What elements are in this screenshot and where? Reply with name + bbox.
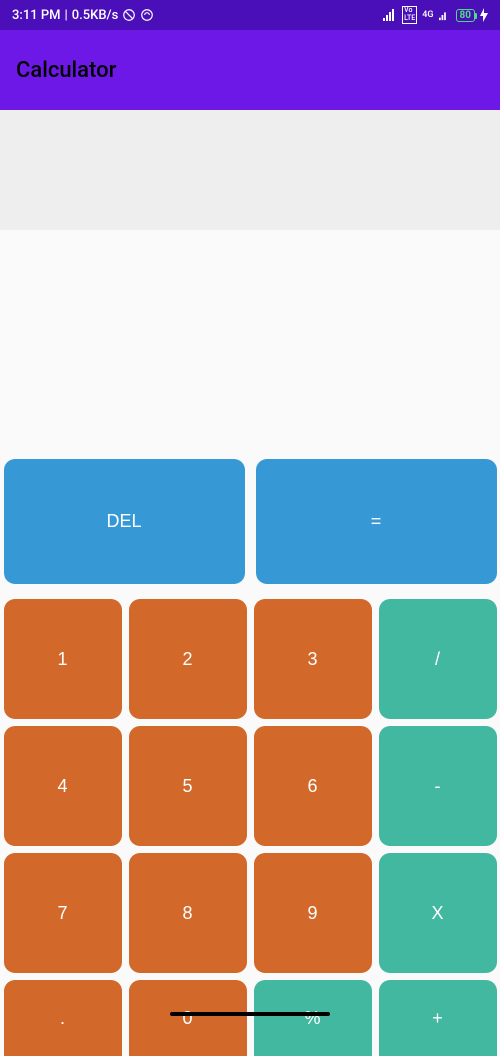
keypad-row-3: 7 8 9 X: [0, 850, 500, 977]
percent-button[interactable]: %: [254, 980, 372, 1056]
digit-5-button[interactable]: 5: [129, 726, 247, 846]
del-button[interactable]: DEL: [4, 459, 245, 584]
network-4g-icon: 4G: [422, 10, 433, 20]
status-left: 3:11 PM | 0.5KB/s: [12, 8, 154, 23]
digit-3-button[interactable]: 3: [254, 599, 372, 719]
app-title: Calculator: [16, 58, 116, 83]
signal-icon: [383, 9, 397, 21]
digit-8-button[interactable]: 8: [129, 853, 247, 973]
keypad-row-1: 1 2 3 /: [0, 596, 500, 723]
divide-button[interactable]: /: [379, 599, 497, 719]
digit-1-button[interactable]: 1: [4, 599, 122, 719]
keypad: DEL = 1 2 3 / 4 5 6 - 7 8 9 X . 0 % +: [0, 455, 500, 1056]
sync-off-icon: [140, 8, 154, 22]
keypad-row-top: DEL =: [0, 455, 500, 596]
battery-icon: 80: [456, 9, 475, 22]
digit-2-button[interactable]: 2: [129, 599, 247, 719]
decimal-button[interactable]: .: [4, 980, 122, 1056]
signal-2-icon: [439, 9, 451, 21]
charging-icon: [480, 8, 488, 22]
equals-button[interactable]: =: [256, 459, 497, 584]
status-time: 3:11 PM: [12, 8, 61, 23]
spacer: [0, 230, 500, 455]
status-right: VoLTE 4G 80: [383, 6, 488, 23]
status-data-rate: 0.5KB/s: [72, 8, 119, 23]
multiply-button[interactable]: X: [379, 853, 497, 973]
digit-9-button[interactable]: 9: [254, 853, 372, 973]
volte-icon: VoLTE: [402, 6, 417, 23]
app-bar: Calculator: [0, 30, 500, 110]
home-indicator[interactable]: [170, 1012, 330, 1016]
digit-0-button[interactable]: 0: [129, 980, 247, 1056]
do-not-disturb-icon: [122, 8, 136, 22]
status-bar: 3:11 PM | 0.5KB/s VoLTE 4G 80: [0, 0, 500, 30]
plus-button[interactable]: +: [379, 980, 497, 1056]
digit-6-button[interactable]: 6: [254, 726, 372, 846]
calculator-display: [0, 110, 500, 230]
status-separator: |: [65, 8, 68, 23]
keypad-row-2: 4 5 6 -: [0, 723, 500, 850]
keypad-row-4: . 0 % +: [0, 977, 500, 1056]
digit-4-button[interactable]: 4: [4, 726, 122, 846]
digit-7-button[interactable]: 7: [4, 853, 122, 973]
minus-button[interactable]: -: [379, 726, 497, 846]
